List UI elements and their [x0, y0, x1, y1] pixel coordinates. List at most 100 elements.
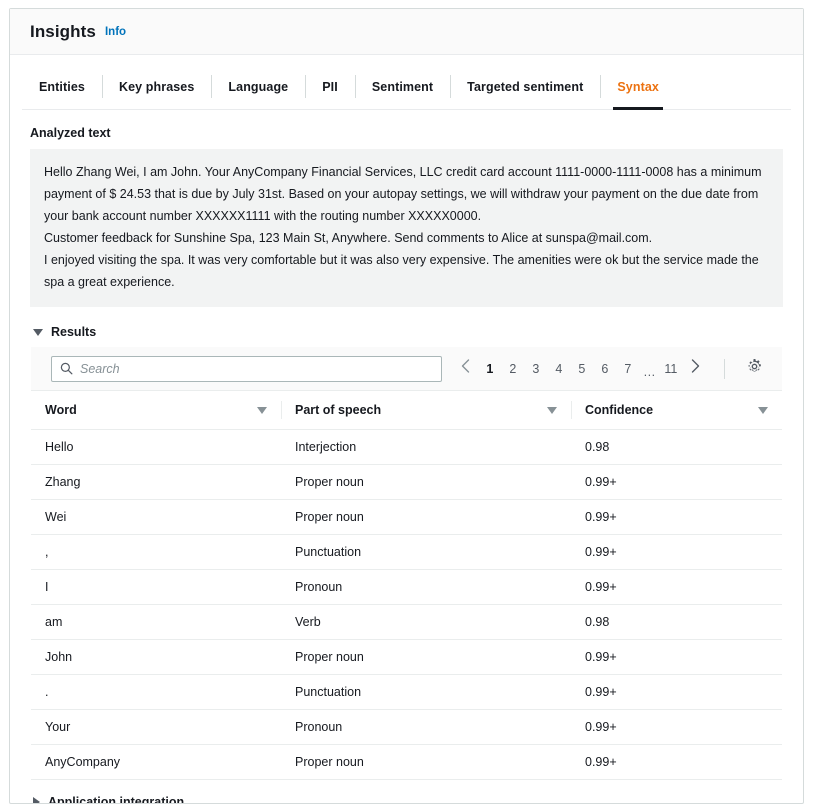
cell-word: , [31, 535, 281, 570]
caret-right-icon [33, 797, 40, 803]
pagination-page-3[interactable]: 3 [524, 356, 547, 382]
tab-entities[interactable]: Entities [22, 64, 102, 109]
table-head: Word Part of speech [31, 391, 782, 430]
cell-part-of-speech: Pronoun [281, 710, 571, 745]
tab-label: Syntax [617, 80, 659, 94]
page-title: Insights [30, 22, 96, 42]
pagination-page-4[interactable]: 4 [547, 356, 570, 382]
analyzed-text-label: Analyzed text [30, 126, 783, 140]
cell-part-of-speech: Punctuation [281, 675, 571, 710]
caret-down-icon [33, 329, 43, 336]
pagination: 1 2 3 4 5 6 7 … 11 [452, 356, 708, 382]
table-row[interactable]: Wei Proper noun 0.99+ [31, 500, 782, 535]
panel-body: Analyzed text Hello Zhang Wei, I am John… [10, 110, 803, 803]
column-header-part-of-speech[interactable]: Part of speech [281, 391, 571, 430]
pagination-page-2[interactable]: 2 [501, 356, 524, 382]
table-row[interactable]: Zhang Proper noun 0.99+ [31, 465, 782, 500]
tab-sentiment[interactable]: Sentiment [355, 64, 450, 109]
tab-syntax[interactable]: Syntax [600, 64, 676, 109]
tab-label: Entities [39, 80, 85, 94]
cell-confidence: 0.99+ [571, 640, 782, 675]
table-row[interactable]: , Punctuation 0.99+ [31, 535, 782, 570]
cell-word: . [31, 675, 281, 710]
pagination-page-11[interactable]: 11 [659, 356, 682, 382]
cell-word: John [31, 640, 281, 675]
tab-label: Targeted sentiment [467, 80, 583, 94]
gear-icon [746, 358, 763, 380]
cell-part-of-speech: Pronoun [281, 570, 571, 605]
pagination-previous-button[interactable] [452, 356, 478, 382]
search-icon [60, 362, 73, 375]
cell-word: Wei [31, 500, 281, 535]
cell-confidence: 0.99+ [571, 675, 782, 710]
column-header-confidence[interactable]: Confidence [571, 391, 782, 430]
syntax-results-table: Word Part of speech [31, 391, 782, 780]
cell-part-of-speech: Proper noun [281, 465, 571, 500]
column-label: Part of speech [295, 403, 381, 417]
pagination-next-button[interactable] [682, 356, 708, 382]
cell-confidence: 0.99+ [571, 465, 782, 500]
pagination-page-6[interactable]: 6 [593, 356, 616, 382]
cell-confidence: 0.99+ [571, 570, 782, 605]
tab-key-phrases[interactable]: Key phrases [102, 64, 211, 109]
tab-label: Key phrases [119, 80, 194, 94]
table-row[interactable]: John Proper noun 0.99+ [31, 640, 782, 675]
cell-confidence: 0.98 [571, 605, 782, 640]
preferences-button[interactable] [743, 357, 765, 381]
cell-confidence: 0.99+ [571, 535, 782, 570]
pagination-ellipsis: … [639, 356, 659, 382]
table-row[interactable]: am Verb 0.98 [31, 605, 782, 640]
panel-header: Insights Info [10, 9, 803, 55]
cell-word: Zhang [31, 465, 281, 500]
cell-part-of-speech: Interjection [281, 430, 571, 465]
cell-part-of-speech: Punctuation [281, 535, 571, 570]
cell-confidence: 0.98 [571, 430, 782, 465]
sort-descending-icon[interactable] [758, 407, 768, 414]
results-title: Results [51, 325, 96, 339]
tab-targeted-sentiment[interactable]: Targeted sentiment [450, 64, 600, 109]
info-link[interactable]: Info [105, 26, 126, 38]
pagination-page-7[interactable]: 7 [616, 356, 639, 382]
application-integration-toggle[interactable]: Application integration [30, 795, 783, 803]
analyzed-text-paragraph: Hello Zhang Wei, I am John. Your AnyComp… [44, 161, 769, 227]
chevron-right-icon [691, 359, 700, 378]
analyzed-text-paragraph: Customer feedback for Sunshine Spa, 123 … [44, 227, 769, 249]
tab-label: Language [228, 80, 288, 94]
pagination-page-1[interactable]: 1 [478, 356, 501, 382]
column-label: Word [45, 403, 77, 417]
tab-language[interactable]: Language [211, 64, 305, 109]
table-header-row: Word Part of speech [31, 391, 782, 430]
table-row[interactable]: I Pronoun 0.99+ [31, 570, 782, 605]
cell-word: am [31, 605, 281, 640]
tab-list: Entities Key phrases Language PII Sentim… [22, 64, 791, 110]
results-table-card: 1 2 3 4 5 6 7 … 11 [30, 346, 783, 781]
results-section-toggle[interactable]: Results [30, 325, 783, 339]
cell-part-of-speech: Proper noun [281, 640, 571, 675]
cell-word: Your [31, 710, 281, 745]
table-row[interactable]: . Punctuation 0.99+ [31, 675, 782, 710]
tab-pii[interactable]: PII [305, 64, 355, 109]
cell-word: Hello [31, 430, 281, 465]
insights-panel: Insights Info Entities Key phrases Langu… [9, 8, 804, 804]
analyzed-text-paragraph: I enjoyed visiting the spa. It was very … [44, 249, 769, 293]
table-toolbar: 1 2 3 4 5 6 7 … 11 [31, 347, 782, 391]
sort-descending-icon[interactable] [547, 407, 557, 414]
table-row[interactable]: AnyCompany Proper noun 0.99+ [31, 745, 782, 780]
tab-label: Sentiment [372, 80, 433, 94]
search-input[interactable] [80, 362, 433, 376]
analyzed-text-box: Hello Zhang Wei, I am John. Your AnyComp… [30, 149, 783, 307]
search-box[interactable] [51, 356, 442, 382]
pagination-page-5[interactable]: 5 [570, 356, 593, 382]
cell-part-of-speech: Verb [281, 605, 571, 640]
sort-descending-icon[interactable] [257, 407, 267, 414]
chevron-left-icon [461, 359, 470, 378]
toolbar-divider [724, 359, 725, 379]
cell-confidence: 0.99+ [571, 500, 782, 535]
column-header-word[interactable]: Word [31, 391, 281, 430]
cell-confidence: 0.99+ [571, 745, 782, 780]
cell-word: I [31, 570, 281, 605]
application-integration-label: Application integration [48, 795, 184, 803]
table-row[interactable]: Your Pronoun 0.99+ [31, 710, 782, 745]
screenshot-root: Insights Info Entities Key phrases Langu… [0, 0, 813, 812]
table-row[interactable]: Hello Interjection 0.98 [31, 430, 782, 465]
